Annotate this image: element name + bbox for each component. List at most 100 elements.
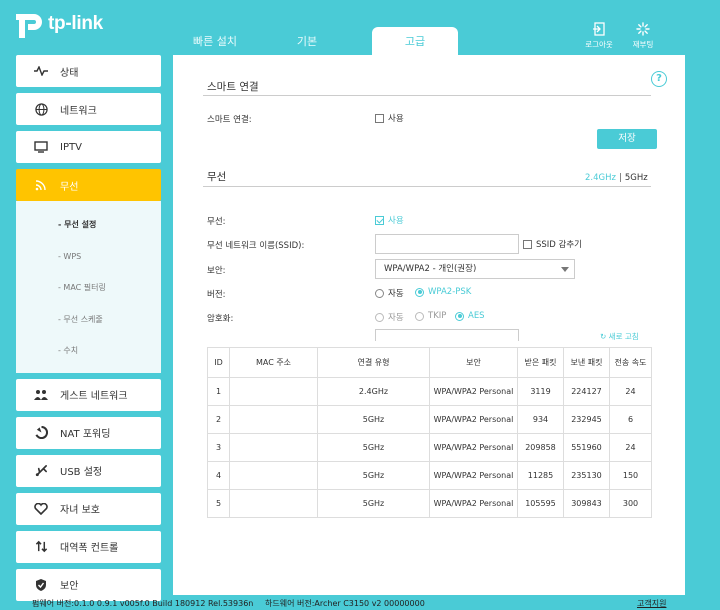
support-link[interactable]: 고객지원 <box>637 598 666 609</box>
refresh-label: 새로 고침 <box>608 332 639 341</box>
table-header: 보안 <box>429 347 518 378</box>
submenu-wps[interactable]: - WPS <box>16 241 161 273</box>
encryption-auto-label: 자동 <box>388 313 404 323</box>
table-cell: 235130 <box>563 461 610 490</box>
table-row: 3 5GHz WPA/WPA2 Personal 209858 551960 2… <box>207 433 652 462</box>
logout-button[interactable]: 로그아웃 <box>582 22 616 50</box>
sidebar-item-wireless[interactable]: 무선 <box>16 169 161 201</box>
band-2-4ghz[interactable]: 2.4GHz <box>585 173 616 183</box>
checkbox-box[interactable] <box>375 113 384 123</box>
tab-advanced[interactable]: 고급 <box>372 27 458 55</box>
sidebar-item-status[interactable]: 상태 <box>16 55 161 87</box>
submenu-wireless-schedule[interactable]: - 무선 스케줄 <box>16 304 161 336</box>
sidebar-item-label: 보안 <box>60 581 79 592</box>
table-cell: WPA/WPA2 Personal <box>429 433 518 462</box>
table-cell <box>229 461 318 490</box>
sidebar-item-iptv[interactable]: IPTV <box>16 131 161 163</box>
table-cell: 3119 <box>517 377 564 406</box>
table-cell: 5GHz <box>317 405 430 434</box>
version-psk-radio[interactable]: WPA2-PSK <box>415 287 471 297</box>
sidebar-item-label: USB 설정 <box>60 467 103 478</box>
pulse-icon <box>34 64 48 78</box>
sidebar-item-guest-network[interactable]: 게스트 네트워크 <box>16 378 161 411</box>
ssid-input[interactable] <box>375 234 519 254</box>
table-header: 연결 유형 <box>317 347 430 378</box>
wifi-icon <box>34 178 48 192</box>
radio-circle[interactable] <box>375 312 384 322</box>
smart-connect-checkbox[interactable]: 사용 <box>375 112 404 124</box>
sidebar: 상태 네트워크 IPTV 무선 - 무선 설정 - WPS - MAC 필터링 … <box>16 55 161 607</box>
main-panel: 스마트 연결 ? 스마트 연결: 사용 저장 무선 2.4GHz | 5GHz 무선… <box>173 55 685 595</box>
radio-circle[interactable] <box>415 287 424 297</box>
section-divider <box>203 95 651 96</box>
table-cell: 224127 <box>563 377 610 406</box>
sidebar-item-label: 상태 <box>60 67 79 79</box>
table-cell: 209858 <box>517 433 564 462</box>
hide-ssid-checkbox[interactable]: SSID 감추기 <box>523 238 582 250</box>
wireless-enable-checkbox[interactable]: 사용 <box>375 214 404 226</box>
radio-circle[interactable] <box>375 288 384 298</box>
tp-link-logo: tp-link <box>14 8 103 40</box>
nat-icon <box>34 426 48 440</box>
sidebar-item-parental-controls[interactable]: 자녀 보호 <box>16 492 161 525</box>
hide-ssid-label: SSID 감추기 <box>536 240 583 250</box>
main-tabs: 빠른 설치 기본 고급 <box>170 27 460 55</box>
save-button[interactable]: 저장 <box>597 129 657 149</box>
sidebar-item-nat-forwarding[interactable]: NAT 포워딩 <box>16 416 161 449</box>
wireless-enable-label: 무선: <box>207 217 226 227</box>
table-cell: 934 <box>517 405 564 434</box>
section-divider <box>203 186 651 187</box>
submenu-mac-filtering[interactable]: - MAC 필터링 <box>16 272 161 304</box>
security-select[interactable]: WPA/WPA2 - 개인(권장) <box>375 259 575 279</box>
table-cell <box>229 433 318 462</box>
help-icon[interactable]: ? <box>651 71 667 87</box>
tab-basic[interactable]: 기본 <box>262 27 352 55</box>
band-5ghz[interactable]: 5GHz <box>625 173 648 183</box>
sidebar-item-label: 자녀 보호 <box>60 505 100 516</box>
sidebar-item-label: 무선 <box>60 181 79 193</box>
submenu-statistics[interactable]: - 수치 <box>16 335 161 367</box>
table-cell: 2.4GHz <box>317 377 430 406</box>
reboot-button[interactable]: 재부팅 <box>626 22 660 50</box>
tp-link-logo-icon <box>16 14 42 38</box>
sidebar-item-bandwidth-control[interactable]: 대역폭 컨트롤 <box>16 530 161 563</box>
ssid-label: 무선 네트워크 이름(SSID): <box>207 241 305 251</box>
table-row: 5 5GHz WPA/WPA2 Personal 105595 309843 3… <box>207 489 652 518</box>
footer: 펌웨어 버전:0.1.0 0.9.1 v005f.0 Build 180912 … <box>0 594 720 610</box>
radio-circle[interactable] <box>415 311 424 321</box>
tab-quick-setup[interactable]: 빠른 설치 <box>170 27 260 55</box>
table-cell: 6 <box>609 405 652 434</box>
guest-icon <box>34 388 48 402</box>
sidebar-item-network[interactable]: 네트워크 <box>16 93 161 125</box>
firmware-version: 펌웨어 버전:0.1.0 0.9.1 v005f.0 Build 180912 … <box>32 599 254 608</box>
radio-circle[interactable] <box>455 311 464 321</box>
reboot-label: 재부팅 <box>632 40 654 49</box>
encryption-aes-label: AES <box>468 311 485 321</box>
table-cell: 5GHz <box>317 433 430 462</box>
sidebar-item-label: NAT 포워딩 <box>60 429 111 440</box>
table-header-row: ID MAC 주소 연결 유형 보안 받은 패킷 보낸 패킷 전송 속도 <box>207 347 652 378</box>
checkbox-box[interactable] <box>375 215 384 225</box>
submenu-wireless-settings[interactable]: - 무선 설정 <box>16 209 161 241</box>
table-cell: 300 <box>609 489 652 518</box>
table-cell <box>229 405 318 434</box>
encryption-tkip-radio[interactable]: TKIP <box>415 311 446 321</box>
refresh-button[interactable]: ↻ 새로 고침 <box>600 331 639 342</box>
sidebar-item-usb-settings[interactable]: USB 설정 <box>16 454 161 487</box>
globe-icon <box>34 102 48 116</box>
table-cell: 4 <box>207 461 230 490</box>
smart-connect-label: 스마트 연결: <box>207 115 252 125</box>
logout-label: 로그아웃 <box>585 40 613 49</box>
version-psk-label: WPA2-PSK <box>428 287 472 297</box>
usb-icon <box>34 464 48 478</box>
encryption-auto-radio[interactable]: 자동 <box>375 311 404 323</box>
table-header: 받은 패킷 <box>517 347 564 378</box>
encryption-tkip-label: TKIP <box>428 311 447 321</box>
checkbox-box[interactable] <box>523 239 532 249</box>
version-auto-radio[interactable]: 자동 <box>375 287 404 299</box>
top-actions: 로그아웃 재부팅 <box>582 22 660 50</box>
sidebar-item-label: IPTV <box>60 141 82 153</box>
table-cell: 105595 <box>517 489 564 518</box>
encryption-aes-radio[interactable]: AES <box>455 311 485 321</box>
password-input[interactable] <box>375 329 519 341</box>
